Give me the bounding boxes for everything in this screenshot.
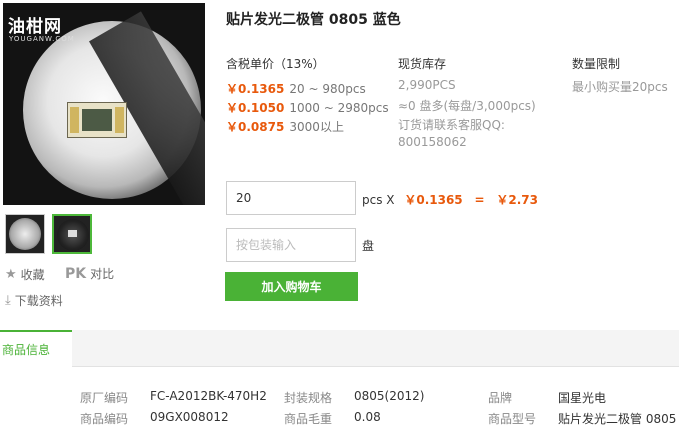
info-value: 贴片发光二极管 0805 . — [558, 412, 679, 426]
info-value: 0.08 — [354, 410, 381, 424]
limit-text: 最小购买量20pcs — [572, 80, 668, 94]
info-key: 原厂编码 — [80, 391, 129, 405]
price-tier: ￥0.1365 20 ~ 980pcs — [226, 82, 366, 96]
star-icon: ★ — [5, 267, 17, 282]
stock-reels: ≈0 盘多(每盘/3,000pcs) — [398, 99, 536, 113]
pk-icon: PK — [65, 265, 87, 282]
watermark-logo-sub: YOUGANW.COM — [9, 35, 75, 43]
pack-quantity-input[interactable] — [226, 228, 356, 262]
info-key: 商品型号 — [488, 412, 537, 426]
watermark-logo: 油柑网 — [8, 17, 62, 37]
price-calc: pcs X ￥0.1365 = ￥2.73 — [362, 193, 538, 207]
stock-contact-qq[interactable]: 800158062 — [398, 135, 467, 149]
stock-header: 现货库存 — [398, 57, 447, 71]
product-title: 贴片发光二极管 0805 蓝色 — [226, 12, 401, 28]
info-value: 09GX008012 — [150, 410, 229, 424]
info-value: FC-A2012BK-470H2 — [150, 389, 267, 403]
info-value: 0805(2012) — [354, 389, 425, 403]
info-key: 品牌 — [488, 391, 513, 405]
download-link[interactable]: ⤓ 下载资料 — [5, 292, 63, 309]
price-header: 含税单价（13%） — [226, 57, 325, 71]
price-tier: ￥0.0875 3000以上 — [226, 120, 344, 134]
pack-unit-label: 盘 — [362, 239, 375, 253]
info-value: 国星光电 — [558, 391, 607, 405]
tab-bar — [0, 330, 679, 367]
info-key: 商品毛重 — [284, 412, 333, 426]
compare-link[interactable]: PK 对比 — [65, 265, 114, 282]
thumbnail-2[interactable] — [52, 214, 92, 254]
tab-product-info[interactable]: 商品信息 — [0, 330, 72, 367]
quantity-input[interactable] — [226, 181, 356, 215]
favorite-link[interactable]: ★ 收藏 — [5, 266, 45, 283]
stock-qty: 2,990PCS — [398, 78, 456, 92]
limit-header: 数量限制 — [572, 57, 621, 71]
price-tier: ￥0.1050 1000 ~ 2980pcs — [226, 101, 389, 115]
download-icon: ⤓ — [5, 293, 11, 308]
add-to-cart-button[interactable]: 加入购物车 — [225, 272, 358, 301]
info-key: 商品编码 — [80, 412, 129, 426]
stock-contact: 订货请联系客服QQ: — [398, 118, 505, 132]
thumbnail-1[interactable] — [5, 214, 45, 254]
info-key: 封装规格 — [284, 391, 333, 405]
led-component — [67, 102, 127, 138]
